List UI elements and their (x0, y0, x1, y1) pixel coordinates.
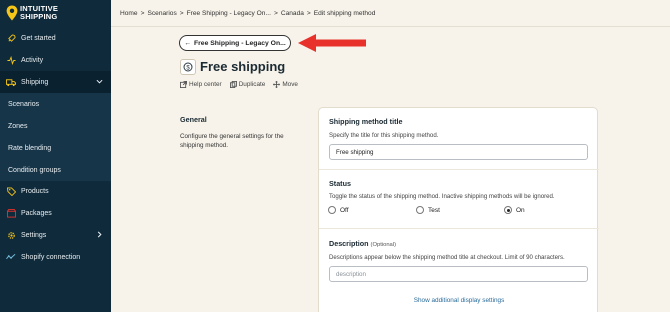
rocket-icon (6, 33, 16, 43)
show-display-settings-link[interactable]: Show additional display settings (319, 297, 599, 304)
duplicate-button[interactable]: Duplicate (229, 81, 266, 88)
breadcrumb-separator: > (306, 9, 311, 17)
general-section-description: Configure the general settings for the s… (180, 133, 284, 149)
sidebar-item-get-started[interactable]: Get started (0, 27, 111, 49)
divider (319, 228, 599, 229)
radio-label: Test (428, 206, 440, 214)
move-button[interactable]: Move (273, 81, 298, 88)
page-title: Free shipping (200, 59, 286, 74)
sidebar-item-activity[interactable]: Activity (0, 49, 111, 71)
radio-label: On (516, 206, 525, 214)
description-input[interactable]: description (329, 266, 588, 282)
breadcrumb-separator: > (179, 9, 184, 17)
package-icon (6, 208, 16, 218)
method-title-hint: Specify the title for this shipping meth… (329, 132, 439, 139)
back-button-label: Free Shipping - Legacy On... (194, 39, 286, 47)
copy-icon (229, 81, 237, 88)
method-title-label: Shipping method title (329, 117, 403, 126)
breadcrumb-current: Edit shipping method (313, 9, 376, 17)
description-hint: Descriptions appear below the shipping m… (329, 254, 565, 261)
help-center-label: Help center (189, 81, 222, 88)
breadcrumb-scenarios[interactable]: Scenarios (147, 10, 176, 17)
breadcrumb-zone[interactable]: Canada (281, 10, 304, 17)
location-pin-icon (6, 5, 18, 21)
breadcrumb-separator: > (140, 9, 145, 17)
sidebar-item-shipping[interactable]: Shipping (0, 71, 111, 93)
optional-tag: (Optional) (370, 242, 396, 248)
move-label: Move (282, 81, 298, 88)
radio-circle (416, 206, 424, 214)
sidebar-item-zones[interactable]: Zones (0, 115, 111, 137)
status-hint: Toggle the status of the shipping method… (329, 193, 555, 200)
move-icon (273, 81, 281, 88)
status-label: Status (329, 179, 351, 188)
truck-icon (6, 77, 16, 87)
method-title-input[interactable]: Free shipping (329, 144, 588, 160)
radio-label: Off (340, 206, 349, 214)
description-label-text: Description (329, 239, 369, 248)
general-section-title: General (180, 115, 207, 124)
sidebar-item-condition-groups[interactable]: Condition groups (0, 159, 111, 181)
chevron-down-icon (96, 79, 103, 84)
sidebar-item-label: Activity (21, 56, 44, 64)
sidebar-item-products[interactable]: Products (0, 180, 111, 202)
breadcrumb-separator: > (273, 9, 278, 17)
connection-icon (6, 252, 16, 262)
description-label: Description (Optional) (329, 239, 396, 248)
status-radio-test[interactable]: Test (416, 206, 440, 214)
sidebar-item-label: Shopify connection (21, 253, 81, 261)
sidebar-item-label: Products (21, 187, 49, 195)
page-actions: Help center Duplicate Move (180, 81, 298, 88)
status-radio-on[interactable]: On (504, 206, 525, 214)
brand-logo[interactable]: INTUITIVE SHIPPING (6, 5, 106, 23)
breadcrumb: Home > Scenarios > Free Shipping - Legac… (111, 0, 670, 27)
brand-name: INTUITIVE SHIPPING (20, 5, 58, 21)
sidebar-item-rate-blending[interactable]: Rate blending (0, 137, 111, 159)
sidebar-item-label: Get started (21, 34, 56, 42)
tag-icon (6, 186, 16, 196)
breadcrumb-scenario[interactable]: Free Shipping - Legacy On... (187, 10, 271, 17)
sidebar-item-label: Condition groups (8, 166, 61, 174)
sidebar-item-label: Zones (8, 122, 28, 130)
activity-icon (6, 55, 16, 65)
back-button[interactable]: ← Free Shipping - Legacy On... (179, 35, 291, 51)
chevron-right-icon (97, 231, 102, 238)
brand-line-2: SHIPPING (20, 12, 58, 21)
shipping-method-form: Shipping method title Specify the title … (318, 107, 599, 312)
gear-icon (6, 230, 16, 240)
sidebar-item-label: Rate blending (8, 144, 52, 152)
red-arrow-annotation (298, 34, 366, 52)
sidebar-item-label: Scenarios (8, 100, 40, 108)
sidebar-item-label: Shipping (21, 78, 49, 86)
sidebar-item-shopify-connection[interactable]: Shopify connection (0, 246, 111, 268)
shipping-method-icon: $ (180, 59, 196, 75)
breadcrumb-home[interactable]: Home (120, 10, 138, 17)
sidebar-item-settings[interactable]: Settings (0, 224, 111, 246)
sidebar-item-label: Packages (21, 209, 52, 217)
arrow-left-icon: ← (184, 39, 191, 47)
sidebar-item-scenarios[interactable]: Scenarios (0, 93, 111, 115)
duplicate-label: Duplicate (238, 81, 266, 88)
external-link-icon (180, 81, 187, 88)
sidebar-item-label: Settings (21, 231, 47, 239)
radio-circle (328, 206, 336, 214)
divider (319, 169, 599, 170)
sidebar-item-packages[interactable]: Packages (0, 202, 111, 224)
status-radio-off[interactable]: Off (328, 206, 349, 214)
help-center-link[interactable]: Help center (180, 81, 222, 88)
radio-circle-selected (504, 206, 512, 214)
sidebar: INTUITIVE SHIPPING Get started Activity … (0, 0, 111, 312)
